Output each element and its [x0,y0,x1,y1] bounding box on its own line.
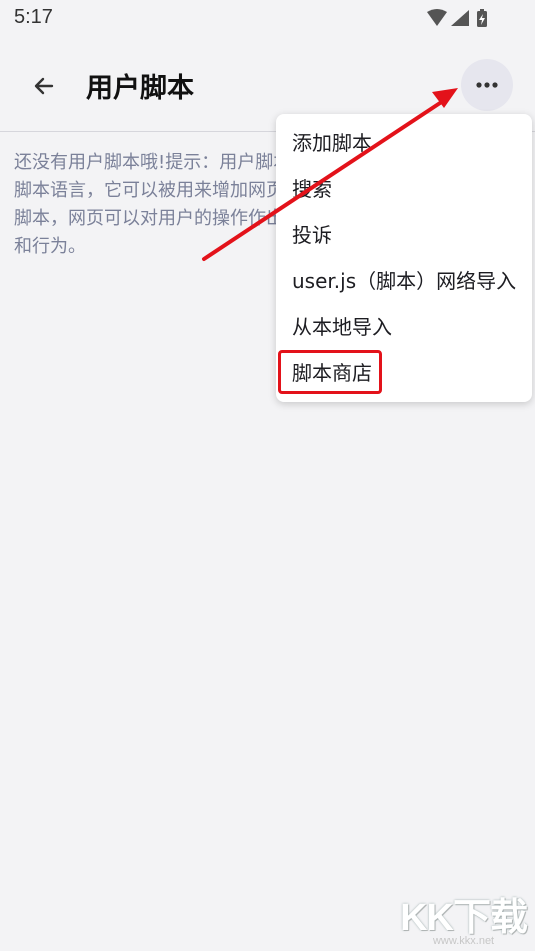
watermark-logo: KK下载 [400,897,528,939]
watermark: KK下载 www.kkx.net [400,886,528,947]
annotation-arrow [202,88,458,261]
